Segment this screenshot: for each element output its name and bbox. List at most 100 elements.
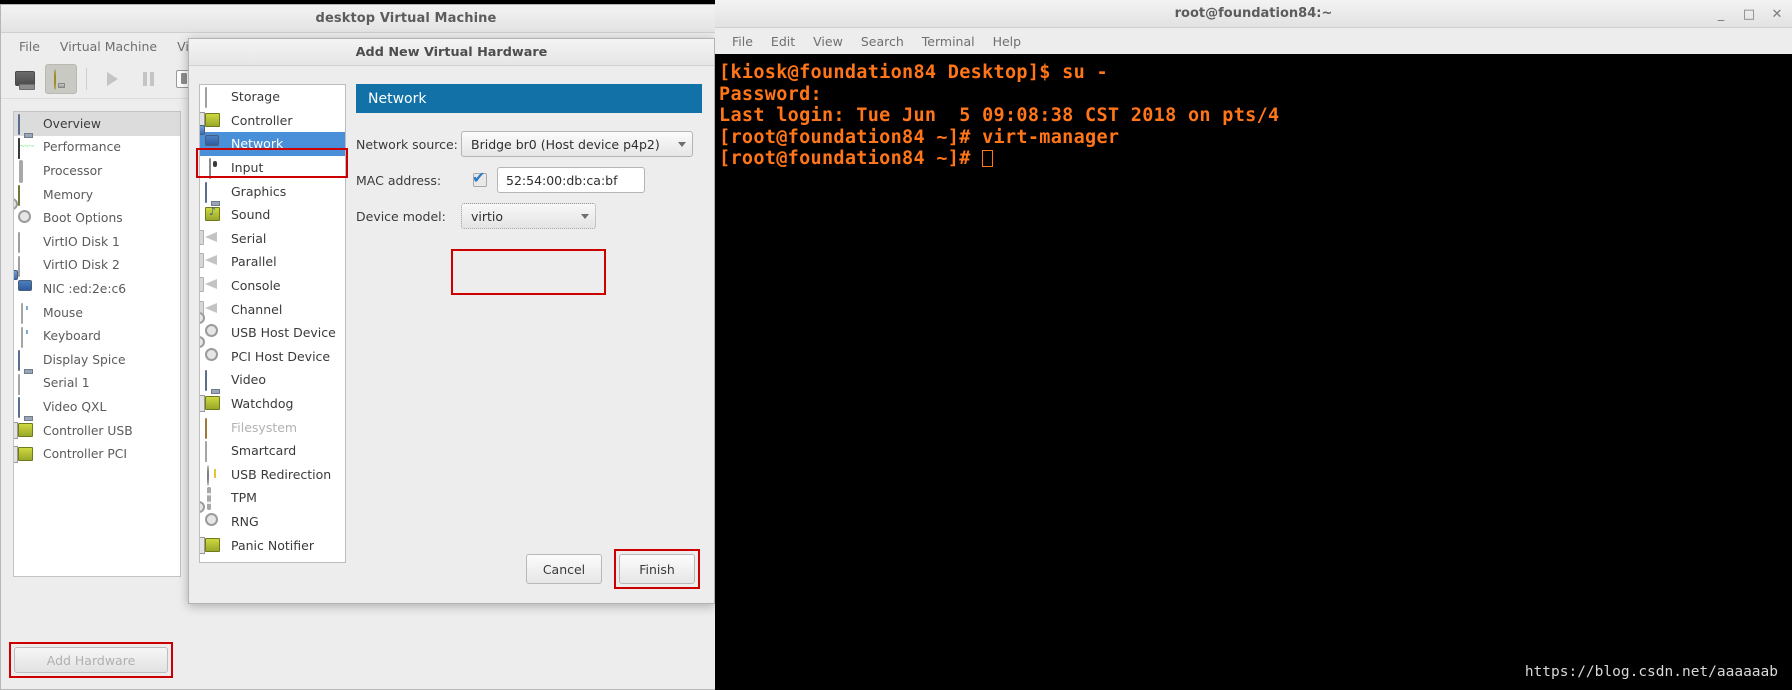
network-source-select[interactable]: Bridge br0 (Host device p4p2): [461, 131, 693, 157]
mouse-icon: [18, 326, 37, 348]
device-item-tpm[interactable]: TPM: [200, 486, 345, 511]
device-item-label: Filesystem: [231, 419, 298, 435]
hardware-item-serial-1[interactable]: Serial 1: [14, 372, 180, 396]
device-item-graphics[interactable]: Graphics: [200, 179, 345, 203]
terminal-window-controls: _ □ ✕: [1714, 0, 1784, 28]
hardware-item-keyboard[interactable]: Keyboard: [14, 324, 180, 348]
show-console-button[interactable]: [9, 64, 41, 94]
menu-terminal[interactable]: Terminal: [913, 31, 984, 52]
lightbulb-icon: [53, 68, 69, 90]
finish-button-highlight: Finish: [614, 549, 700, 589]
cancel-button[interactable]: Cancel: [526, 554, 602, 584]
device-item-label: Serial: [231, 230, 267, 246]
device-item-watchdog[interactable]: Watchdog: [200, 392, 345, 416]
pci-card-icon: [205, 537, 224, 554]
memory-icon: [18, 185, 37, 207]
device-item-label: Panic Notifier: [231, 537, 314, 553]
panel-header: Network: [356, 84, 702, 113]
terminal-titlebar: root@foundation84:~ _ □ ✕: [715, 0, 1792, 28]
menu-virtual-machine[interactable]: Virtual Machine: [50, 36, 167, 57]
hardware-item-label: Video QXL: [43, 399, 107, 414]
hardware-list[interactable]: Overview Performance Processor Memory Boot O…: [13, 111, 181, 577]
device-item-label: Storage: [231, 89, 280, 105]
add-hardware-button[interactable]: Add Hardware: [14, 647, 168, 673]
pause-button[interactable]: [132, 64, 164, 94]
device-item-smartcard[interactable]: Smartcard: [200, 439, 345, 463]
menu-help[interactable]: Help: [984, 31, 1031, 52]
cpu-icon: [18, 160, 37, 184]
hardware-item-label: VirtIO Disk 2: [43, 258, 120, 273]
device-item-sound[interactable]: Sound: [200, 203, 345, 227]
hardware-item-label: NIC :ed:2e:c6: [43, 281, 127, 296]
terminal-line: [root@foundation84 ~]#: [719, 148, 1792, 170]
run-button[interactable]: [96, 64, 128, 94]
disk-icon: [205, 87, 224, 109]
device-item-label: Sound: [231, 207, 271, 223]
device-item-storage[interactable]: Storage: [200, 85, 345, 109]
hardware-item-virtio-disk-1[interactable]: VirtIO Disk 1: [14, 230, 180, 254]
terminal-window: root@foundation84:~ _ □ ✕ File Edit View…: [715, 0, 1792, 690]
device-item-console[interactable]: Console: [200, 274, 345, 298]
device-item-usb-host-device[interactable]: USB Host Device: [200, 321, 345, 345]
hardware-item-video-qxl[interactable]: Video QXL: [14, 395, 180, 419]
hardware-item-overview[interactable]: Overview: [14, 112, 180, 136]
close-icon[interactable]: ✕: [1770, 8, 1784, 21]
mac-address-checkbox[interactable]: [472, 168, 487, 187]
play-icon: [106, 71, 118, 86]
hardware-item-performance[interactable]: Performance: [14, 136, 180, 160]
hardware-item-display-spice[interactable]: Display Spice: [14, 348, 180, 372]
hardware-item-processor[interactable]: Processor: [14, 159, 180, 184]
menu-file[interactable]: File: [723, 31, 762, 52]
device-item-input[interactable]: Input: [200, 156, 345, 180]
show-details-button[interactable]: [45, 63, 77, 94]
menu-search[interactable]: Search: [852, 31, 913, 52]
input-device-icon: [205, 158, 224, 180]
hardware-item-label: Boot Options: [43, 211, 123, 226]
add-hardware-dialog: Add New Virtual Hardware Storage Controll…: [188, 38, 715, 604]
hardware-item-boot-options[interactable]: Boot Options: [14, 206, 180, 230]
device-item-serial[interactable]: Serial: [200, 227, 345, 251]
hardware-item-label: Keyboard: [43, 329, 101, 344]
terminal-output[interactable]: [kiosk@foundation84 Desktop]$ su - Passwo…: [715, 54, 1792, 690]
monitor-icon: [15, 71, 35, 90]
device-item-label: Graphics: [231, 183, 287, 199]
device-item-controller[interactable]: Controller: [200, 109, 345, 133]
gears-icon: [205, 513, 224, 530]
hardware-item-controller-usb[interactable]: Controller USB: [14, 419, 180, 443]
device-item-filesystem[interactable]: Filesystem: [200, 415, 345, 439]
device-item-usb-redirection[interactable]: USB Redirection: [200, 463, 345, 487]
hardware-item-controller-pci[interactable]: Controller PCI: [14, 442, 180, 466]
network-icon: [205, 135, 224, 152]
finish-button[interactable]: Finish: [619, 554, 695, 584]
device-item-pci-host-device[interactable]: PCI Host Device: [200, 345, 345, 369]
device-item-network[interactable]: Network: [200, 132, 345, 156]
device-model-select[interactable]: virtio: [461, 203, 596, 229]
device-item-panic-notifier[interactable]: Panic Notifier: [200, 533, 345, 557]
hardware-item-mouse[interactable]: Mouse: [14, 301, 180, 325]
device-item-rng[interactable]: RNG: [200, 510, 345, 534]
device-item-label: TPM: [231, 490, 257, 506]
terminal-menubar: File Edit View Search Terminal Help: [715, 28, 1792, 54]
menu-edit[interactable]: Edit: [762, 31, 804, 52]
pci-card-icon: [205, 112, 224, 129]
device-item-label: USB Redirection: [231, 466, 332, 482]
device-item-parallel[interactable]: Parallel: [200, 250, 345, 274]
pci-card-icon: [18, 422, 37, 439]
mac-address-input[interactable]: 52:54:00:db:ca:bf: [497, 167, 645, 193]
hardware-item-virtio-disk-2[interactable]: VirtIO Disk 2: [14, 254, 180, 278]
minimize-icon[interactable]: _: [1714, 8, 1728, 21]
hardware-item-nic-ed-2e-c6[interactable]: NIC :ed:2e:c6: [14, 277, 180, 301]
menu-file[interactable]: File: [9, 36, 50, 57]
maximize-icon[interactable]: □: [1742, 8, 1756, 21]
device-item-label: Console: [231, 278, 281, 294]
device-item-label: Controller: [231, 112, 293, 128]
network-icon: [18, 280, 37, 297]
menu-view[interactable]: View: [804, 31, 852, 52]
hardware-item-label: Memory: [43, 187, 94, 202]
device-item-video[interactable]: Video: [200, 368, 345, 392]
device-item-channel[interactable]: Channel: [200, 297, 345, 321]
hardware-item-label: Serial 1: [43, 376, 90, 391]
hardware-item-memory[interactable]: Memory: [14, 183, 180, 207]
device-item-label: PCI Host Device: [231, 348, 331, 364]
device-category-list[interactable]: Storage Controller Network Input Graphics Sou…: [199, 84, 346, 563]
